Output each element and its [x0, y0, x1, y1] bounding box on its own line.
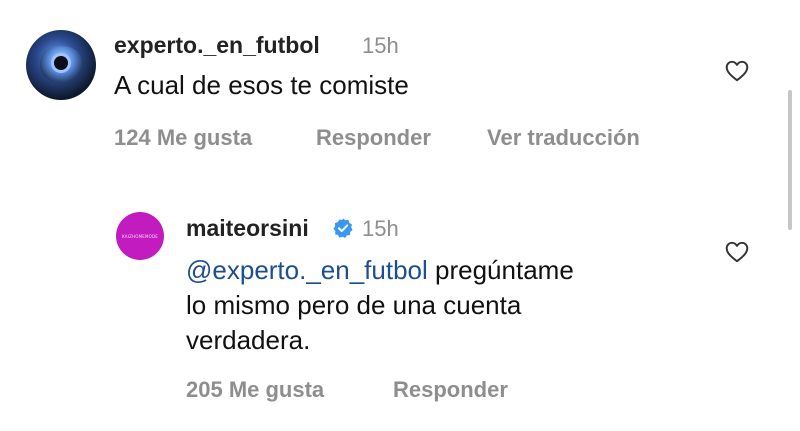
comment-username[interactable]: maiteorsini: [186, 215, 309, 242]
likes-count[interactable]: 205 Me gusta: [186, 377, 324, 403]
comment-timestamp: 15h: [362, 216, 399, 241]
reply-button[interactable]: Responder: [316, 125, 431, 151]
see-translation-button[interactable]: Ver traducción: [487, 125, 640, 151]
avatar[interactable]: [26, 30, 96, 100]
comment-text: @experto._en_futbol pregúntame lo mismo …: [186, 253, 574, 358]
heart-outline-icon[interactable]: [724, 58, 750, 84]
mention-link[interactable]: @experto._en_futbol: [186, 255, 428, 285]
comment-text-line-3: verdadera.: [186, 325, 311, 355]
verified-badge-icon: [333, 218, 353, 238]
heart-outline-icon[interactable]: [724, 239, 750, 265]
comment-text-line-2: lo mismo pero de una cuenta: [186, 290, 522, 320]
avatar-logo-text: KAIZHOMEMODE: [122, 233, 158, 239]
scrollbar[interactable]: [788, 90, 792, 230]
reply-button[interactable]: Responder: [393, 377, 508, 403]
comment-timestamp: 15h: [362, 33, 399, 58]
avatar-graphic-center: [54, 56, 68, 70]
comment-text-segment: pregúntame: [427, 255, 574, 285]
likes-count[interactable]: 124 Me gusta: [114, 125, 252, 151]
comment-username[interactable]: experto._en_futbol: [114, 32, 320, 59]
comment-text-line-1: @experto._en_futbol pregúntame: [186, 253, 574, 288]
avatar[interactable]: KAIZHOMEMODE: [116, 212, 164, 260]
comment-text: A cual de esos te comiste: [114, 70, 409, 100]
